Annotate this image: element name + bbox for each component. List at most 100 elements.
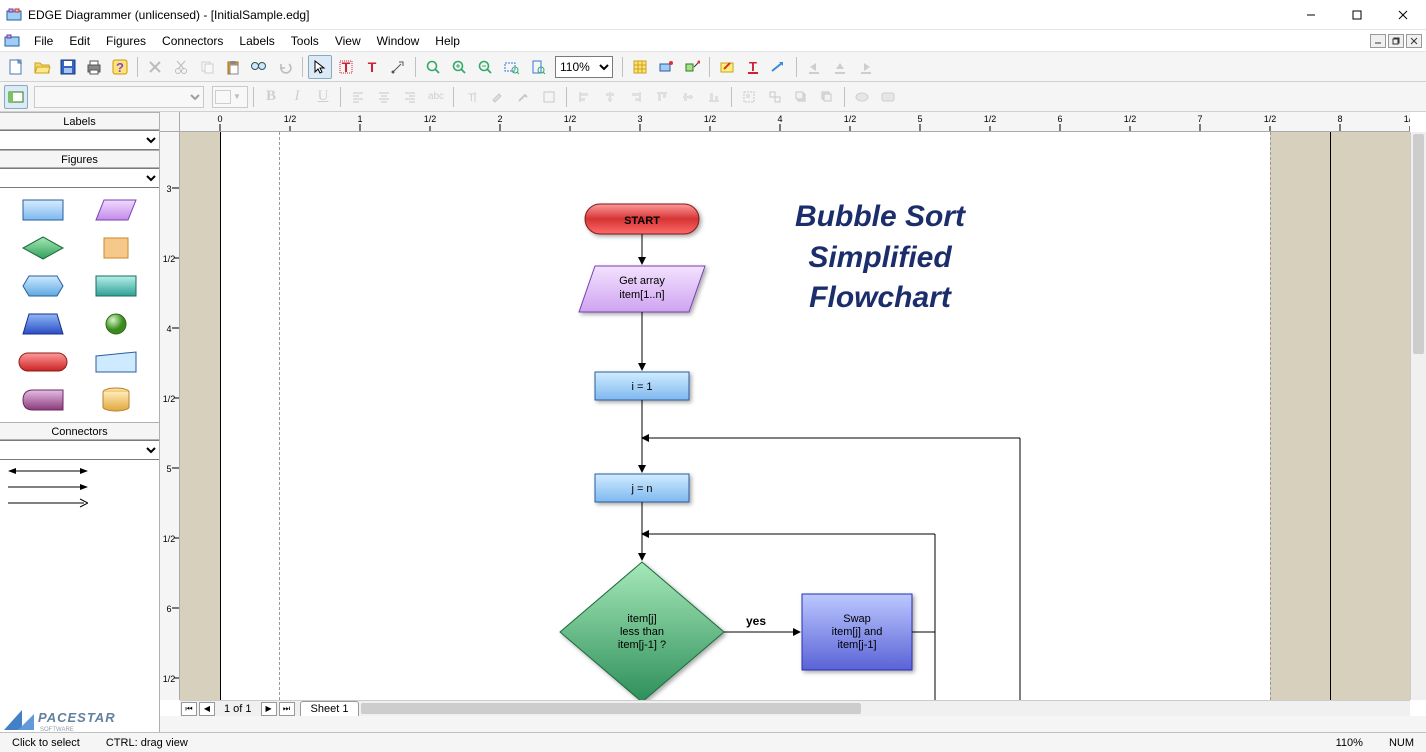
node-swap[interactable]: Swap item[j] and item[j-1]: [802, 594, 912, 670]
bold-button[interactable]: B: [259, 85, 283, 109]
align-objects-c[interactable]: [598, 85, 622, 109]
mdi-close[interactable]: [1406, 34, 1422, 48]
nudge-right-button[interactable]: [854, 55, 878, 79]
copy-button[interactable]: [195, 55, 219, 79]
sheet-last[interactable]: ⏭: [279, 702, 295, 716]
palette-square[interactable]: [84, 234, 150, 262]
sheet-next[interactable]: ▶: [261, 702, 277, 716]
node-init-j[interactable]: j = n: [595, 474, 689, 502]
palette-manual[interactable]: [84, 348, 150, 376]
zoom-in-button[interactable]: [447, 55, 471, 79]
text-color-button[interactable]: T: [741, 55, 765, 79]
palette-diamond[interactable]: [10, 234, 76, 262]
palette-trapezoid[interactable]: [10, 310, 76, 338]
arrow-tool-button[interactable]: [767, 55, 791, 79]
ungroup-button[interactable]: [763, 85, 787, 109]
front-button[interactable]: [789, 85, 813, 109]
find-button[interactable]: [247, 55, 271, 79]
note-button[interactable]: [876, 85, 900, 109]
sheet-prev[interactable]: ◀: [199, 702, 215, 716]
connector-double-arrow[interactable]: [8, 466, 151, 476]
new-button[interactable]: [4, 55, 28, 79]
border-button[interactable]: [537, 85, 561, 109]
menu-window[interactable]: Window: [369, 32, 428, 50]
menu-figures[interactable]: Figures: [98, 32, 154, 50]
zoom-button[interactable]: [421, 55, 445, 79]
undo-button[interactable]: [273, 55, 297, 79]
print-button[interactable]: [82, 55, 106, 79]
menu-help[interactable]: Help: [427, 32, 468, 50]
color-well[interactable]: ▼: [212, 86, 248, 108]
grid-button[interactable]: [628, 55, 652, 79]
menu-view[interactable]: View: [327, 32, 369, 50]
highlight-button[interactable]: [715, 55, 739, 79]
zoom-out-button[interactable]: [473, 55, 497, 79]
mdi-restore[interactable]: [1388, 34, 1404, 48]
sheet-tab-1[interactable]: Sheet 1: [300, 701, 360, 716]
paste-button[interactable]: [221, 55, 245, 79]
palette-terminator[interactable]: [10, 348, 76, 376]
close-button[interactable]: [1380, 0, 1426, 29]
palette-parallelogram[interactable]: [84, 196, 150, 224]
menu-edit[interactable]: Edit: [61, 32, 98, 50]
nudge-up-button[interactable]: [828, 55, 852, 79]
snap-figure-button[interactable]: [654, 55, 678, 79]
italic-button[interactable]: I: [285, 85, 309, 109]
minimize-button[interactable]: [1288, 0, 1334, 29]
align-left-button[interactable]: [346, 85, 370, 109]
zoom-page-button[interactable]: [525, 55, 549, 79]
palette-database[interactable]: [84, 386, 150, 414]
group-button[interactable]: [737, 85, 761, 109]
fill-brush-button[interactable]: [485, 85, 509, 109]
align-objects-l[interactable]: [572, 85, 596, 109]
menu-connectors[interactable]: Connectors: [154, 32, 231, 50]
figures-select[interactable]: [0, 168, 159, 188]
zoom-select[interactable]: 110%: [555, 56, 613, 78]
sheet-first[interactable]: ⏮: [181, 702, 197, 716]
labels-select[interactable]: [0, 130, 159, 150]
palette-circle[interactable]: [84, 310, 150, 338]
link-button[interactable]: [850, 85, 874, 109]
node-start[interactable]: START: [585, 204, 699, 234]
connectors-select[interactable]: [0, 440, 159, 460]
align-right-button[interactable]: [398, 85, 422, 109]
label-yes[interactable]: yes: [746, 614, 766, 628]
mdi-minimize[interactable]: [1370, 34, 1386, 48]
node-decision[interactable]: item[j] less than item[j-1] ?: [560, 562, 724, 700]
canvas-viewport[interactable]: Bubble Sort Simplified Flowchart: [180, 132, 1410, 700]
help-button[interactable]: ?: [108, 55, 132, 79]
palette-display[interactable]: [10, 386, 76, 414]
text-tool-2[interactable]: T: [360, 55, 384, 79]
zoom-area-button[interactable]: [499, 55, 523, 79]
menu-labels[interactable]: Labels: [231, 32, 282, 50]
open-button[interactable]: [30, 55, 54, 79]
align-center-button[interactable]: [372, 85, 396, 109]
cut-button[interactable]: [169, 55, 193, 79]
maximize-button[interactable]: [1334, 0, 1380, 29]
save-button[interactable]: [56, 55, 80, 79]
underline-button[interactable]: U: [311, 85, 335, 109]
align-objects-t[interactable]: [650, 85, 674, 109]
align-objects-m[interactable]: [676, 85, 700, 109]
text-height-button[interactable]: T: [459, 85, 483, 109]
connector-arrow[interactable]: [8, 482, 151, 492]
select-tool[interactable]: [308, 55, 332, 79]
menu-tools[interactable]: Tools: [283, 32, 327, 50]
font-select[interactable]: [34, 86, 204, 108]
node-init-i[interactable]: i = 1: [595, 372, 689, 400]
palette-hexagon[interactable]: [10, 272, 76, 300]
menu-file[interactable]: File: [26, 32, 61, 50]
nudge-left-button[interactable]: [802, 55, 826, 79]
delete-button[interactable]: [143, 55, 167, 79]
scrollbar-horizontal[interactable]: [359, 701, 1410, 716]
align-objects-r[interactable]: [624, 85, 648, 109]
palette-process[interactable]: [84, 272, 150, 300]
connector-tool[interactable]: [386, 55, 410, 79]
text-tool[interactable]: T: [334, 55, 358, 79]
snap-connector-button[interactable]: [680, 55, 704, 79]
connector-open-arrow[interactable]: [8, 498, 151, 508]
panel-toggle[interactable]: [4, 85, 28, 109]
line-style-button[interactable]: [511, 85, 535, 109]
abc-button[interactable]: abc: [424, 85, 448, 109]
scrollbar-vertical[interactable]: [1410, 132, 1426, 700]
